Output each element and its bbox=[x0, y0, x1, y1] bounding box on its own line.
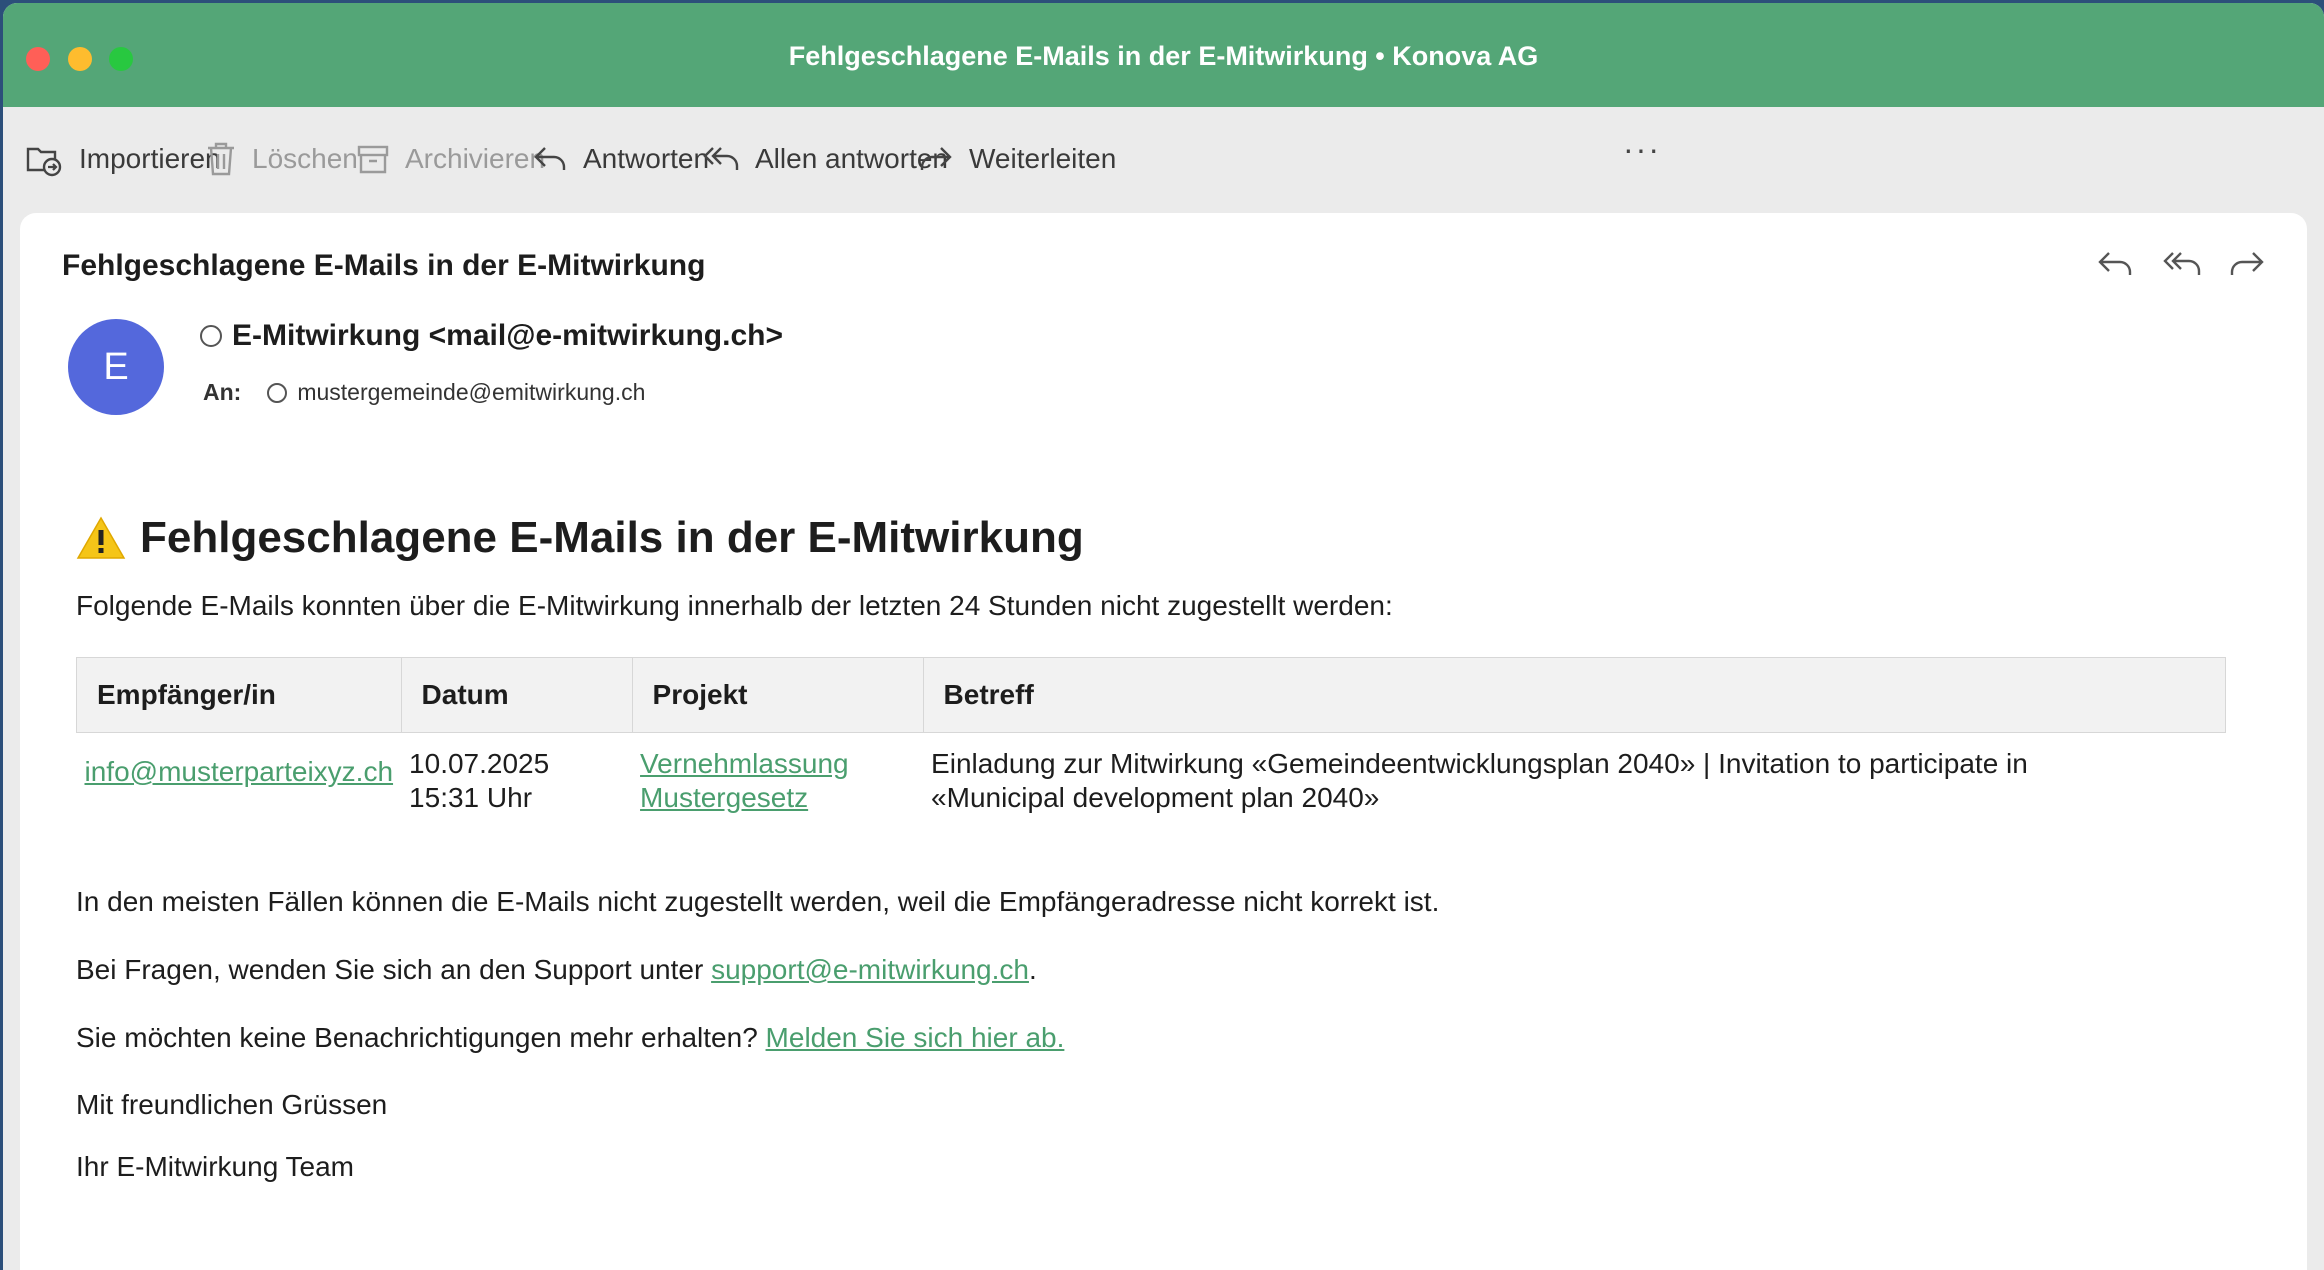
column-header-subject: Betreff bbox=[922, 657, 2227, 733]
sender-row[interactable]: E-Mitwirkung <mail@e-mitwirkung.ch> bbox=[200, 319, 783, 353]
import-icon bbox=[26, 147, 62, 177]
recipient-email-link[interactable]: info@musterparteixyz.ch bbox=[85, 756, 394, 787]
support-email-link[interactable]: support@e-mitwirkung.ch bbox=[711, 954, 1029, 985]
warning-icon bbox=[76, 516, 126, 559]
delete-button[interactable]: Löschen bbox=[206, 135, 358, 183]
presence-indicator bbox=[200, 325, 222, 347]
import-label: Importieren bbox=[79, 143, 221, 174]
body-heading: Fehlgeschlagene E-Mails in der E-Mitwirk… bbox=[76, 513, 2236, 563]
intro-text: Folgende E-Mails konnten über die E-Mitw… bbox=[76, 590, 1393, 621]
unsubscribe-prefix: Sie möchten keine Benachrichtigungen meh… bbox=[76, 1022, 766, 1053]
toolbar: Importieren Löschen Archivieren Antworte… bbox=[3, 107, 2324, 215]
note-text: In den meisten Fällen können die E-Mails… bbox=[76, 886, 1440, 917]
forward-label: Weiterleiten bbox=[969, 143, 1117, 174]
date-value: 10.07.2025 bbox=[409, 748, 550, 779]
table-header-row: Empfänger/in Datum Projekt Betreff bbox=[76, 657, 2227, 733]
reply-action-icon[interactable] bbox=[2095, 247, 2135, 283]
sender-avatar: E bbox=[68, 319, 164, 415]
recipient-address[interactable]: mustergemeinde@emitwirkung.ch bbox=[297, 379, 645, 406]
window-title: Fehlgeschlagene E-Mails in der E-Mitwirk… bbox=[788, 41, 1539, 71]
cell-date: 10.07.2025 15:31 Uhr bbox=[401, 733, 632, 830]
delete-label: Löschen bbox=[252, 143, 358, 174]
support-suffix: . bbox=[1028, 954, 1037, 985]
signature-text: Ihr E-Mitwirkung Team bbox=[76, 1151, 355, 1182]
reply-all-icon bbox=[703, 147, 739, 170]
message-actions bbox=[2095, 247, 2267, 283]
message-subject: Fehlgeschlagene E-Mails in der E-Mitwirk… bbox=[62, 249, 706, 282]
mail-window: Fehlgeschlagene E-Mails in der E-Mitwirk… bbox=[3, 3, 2324, 1270]
archive-button[interactable]: Archivieren bbox=[357, 135, 545, 183]
archive-label: Archivieren bbox=[405, 143, 546, 174]
archive-icon bbox=[357, 145, 389, 174]
to-label: An: bbox=[203, 379, 242, 405]
cell-subject: Einladung zur Mitwirkung «Gemeindeentwic… bbox=[923, 733, 2225, 830]
column-header-project: Projekt bbox=[631, 657, 924, 733]
import-button[interactable]: Importieren bbox=[25, 135, 221, 183]
forward-action-icon[interactable] bbox=[2227, 247, 2267, 283]
failed-emails-table: Empfänger/in Datum Projekt Betreff info@… bbox=[76, 657, 2227, 830]
unsubscribe-link[interactable]: Melden Sie sich hier ab. bbox=[766, 1022, 1065, 1053]
reply-button[interactable]: Antworten bbox=[533, 135, 709, 183]
more-options-button[interactable]: ··· bbox=[1623, 131, 1661, 168]
column-header-date: Datum bbox=[400, 657, 633, 733]
message-view: Fehlgeschlagene E-Mails in der E-Mitwirk… bbox=[20, 213, 2307, 1270]
closing: Mit freundlichen Grüssen Ihr E-Mitwirkun… bbox=[76, 1089, 2236, 1183]
cell-project: Vernehmlassung Mustergesetz bbox=[632, 733, 923, 830]
reply-all-action-icon[interactable] bbox=[2161, 247, 2201, 283]
sender-name: E-Mitwirkung <mail@e-mitwirkung.ch> bbox=[232, 319, 784, 352]
recipient-presence-indicator bbox=[267, 382, 288, 403]
reply-label: Antworten bbox=[583, 143, 710, 174]
forward-button[interactable]: Weiterleiten bbox=[919, 135, 1116, 183]
heading-text: Fehlgeschlagene E-Mails in der E-Mitwirk… bbox=[140, 513, 1084, 562]
forward-icon bbox=[920, 147, 952, 170]
message-body: Fehlgeschlagene E-Mails in der E-Mitwirk… bbox=[76, 513, 2236, 1213]
title-bar: Fehlgeschlagene E-Mails in der E-Mitwirk… bbox=[3, 3, 2324, 107]
unsubscribe-paragraph: Sie möchten keine Benachrichtigungen meh… bbox=[76, 1021, 2236, 1055]
column-header-recipient: Empfänger/in bbox=[76, 657, 402, 733]
table-row: info@musterparteixyz.ch 10.07.2025 15:31… bbox=[77, 733, 2226, 830]
recipient-row: An: mustergemeinde@emitwirkung.ch bbox=[203, 379, 645, 406]
subject-line2: «Municipal development plan 2040» bbox=[931, 782, 1380, 813]
time-value: 15:31 Uhr bbox=[409, 782, 533, 813]
support-prefix: Bei Fragen, wenden Sie sich an den Suppo… bbox=[76, 954, 712, 985]
reply-all-button[interactable]: Allen antworten bbox=[703, 135, 948, 183]
project-link-line2[interactable]: Mustergesetz bbox=[640, 781, 915, 815]
reply-icon bbox=[534, 147, 566, 170]
cell-recipient: info@musterparteixyz.ch bbox=[77, 733, 402, 830]
project-link-line1[interactable]: Vernehmlassung bbox=[640, 747, 915, 781]
support-paragraph: Bei Fragen, wenden Sie sich an den Suppo… bbox=[76, 953, 2236, 987]
subject-line1: Einladung zur Mitwirkung «Gemeindeentwic… bbox=[931, 748, 2028, 779]
trash-icon bbox=[208, 142, 234, 176]
greeting-text: Mit freundlichen Grüssen bbox=[76, 1089, 388, 1120]
